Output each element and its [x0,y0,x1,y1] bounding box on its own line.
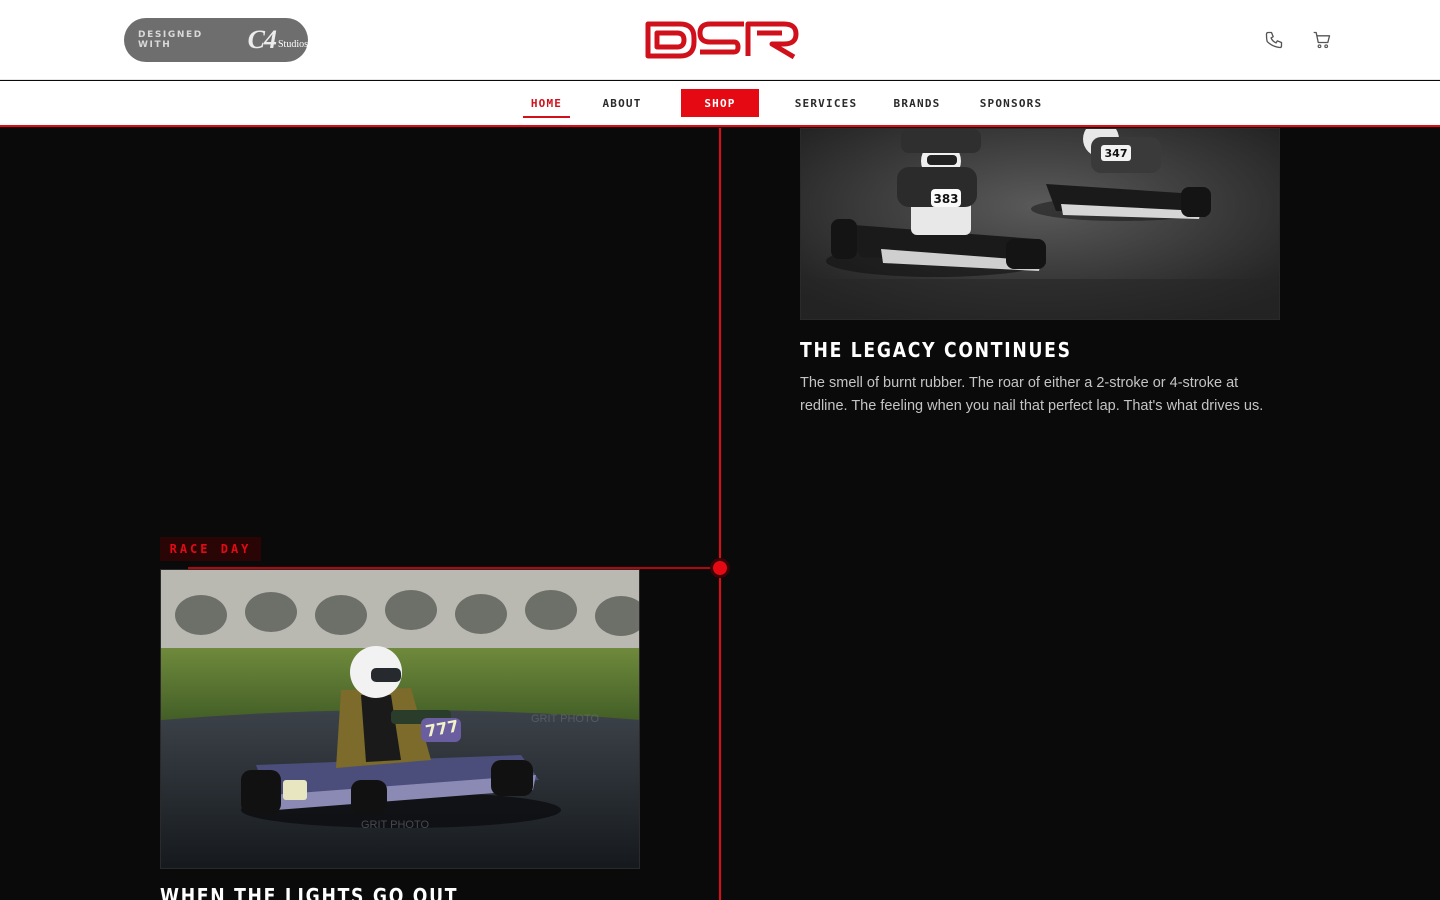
legacy-title: THE LEGACY CONTINUES [800,338,1072,362]
race-day-graphic: 777 GRIT PHOTO GRIT PHOTO [161,570,639,868]
main-nav: HOME ABOUT SHOP SERVICES BRANDS SPONSORS [0,81,1440,127]
designed-with-badge[interactable]: DESIGNED WITH C4 Studios [124,18,308,62]
race-day-tag: RACE DAY [160,537,261,561]
watermark-bottom: GRIT PHOTO [361,819,429,831]
designed-with-label: DESIGNED WITH [138,30,203,50]
nav-about[interactable]: ABOUT [596,89,648,117]
legacy-karts-graphic: 383 347 [801,129,1279,319]
cart-button[interactable] [1310,28,1334,52]
studios-text: Studios [277,38,308,50]
legacy-karts-image: 383 347 [800,128,1280,320]
watermark-top: GRIT PHOTO [531,713,599,725]
legacy-description: The smell of burnt rubber. The roar of e… [800,375,1264,414]
race-day-title: WHEN THE LIGHTS GO OUT [160,884,459,900]
c4-brand-text: C4 [247,25,277,54]
kart-number-383: 383 [933,192,958,206]
nav-brands[interactable]: BRANDS [889,89,945,117]
nav-sponsors[interactable]: SPONSORS [976,89,1046,117]
dsr-logo[interactable] [644,20,800,60]
kart-number-347: 347 [1105,147,1128,160]
nav-shop[interactable]: SHOP [681,89,759,117]
dsr-logo-graphic [645,21,799,60]
top-header: DESIGNED WITH C4 Studios [0,0,1440,80]
nav-home[interactable]: HOME [523,89,570,118]
phone-icon [1265,31,1283,49]
timeline-node [713,561,727,575]
nav-services[interactable]: SERVICES [793,89,859,117]
cart-icon [1313,31,1331,49]
race-day-image: 777 GRIT PHOTO GRIT PHOTO [160,569,640,869]
phone-button[interactable] [1262,28,1286,52]
timeline-vertical-line [719,128,721,900]
